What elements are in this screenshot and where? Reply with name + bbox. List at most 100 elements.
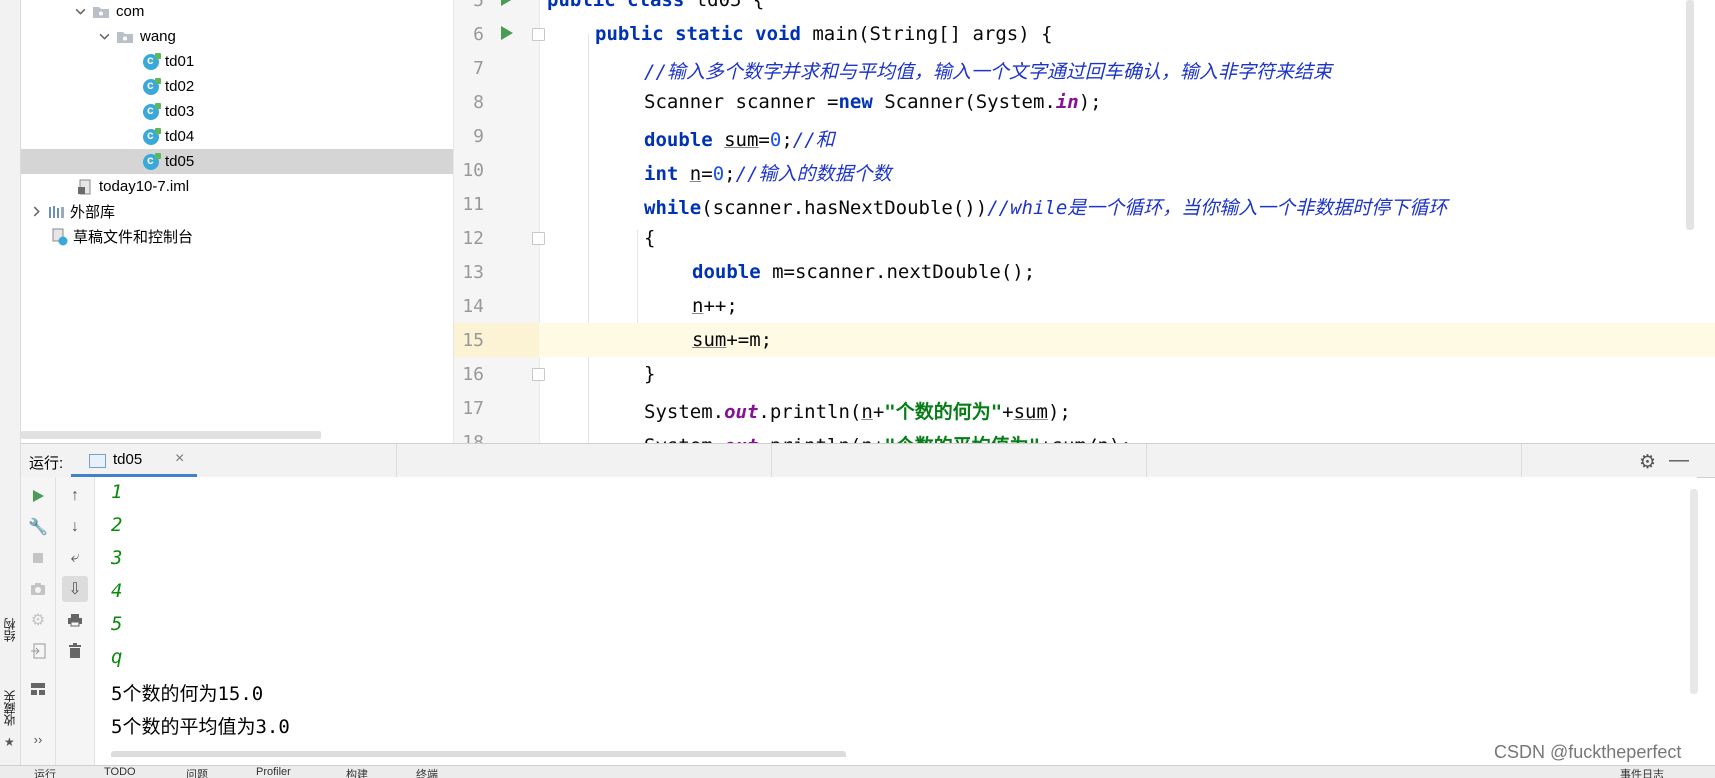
run-class-icon[interactable]	[501, 0, 513, 6]
tree-item-label: 草稿文件和控制台	[73, 229, 194, 246]
line-number: 14	[462, 296, 484, 317]
console-icon	[89, 454, 106, 468]
bottom-tab-build[interactable]: 构建	[346, 766, 368, 778]
code-line-8[interactable]: 8 Scanner scanner =new Scanner(System.in…	[454, 85, 1715, 119]
chevron-down-icon[interactable]	[98, 31, 110, 43]
code-line-11[interactable]: 11 while(scanner.hasNextDouble())//while…	[454, 187, 1715, 221]
console-input-line: 3	[111, 547, 123, 569]
code-line-6[interactable]: 6 public static void main(String[] args)…	[454, 17, 1715, 51]
tree-item-label: td01	[165, 53, 195, 70]
star-icon[interactable]: ★	[4, 735, 15, 749]
tree-item-scratches[interactable]: 草稿文件和控制台	[21, 224, 453, 249]
code-line-15-current[interactable]: 15 sum+=m;	[454, 323, 1715, 357]
bottom-tab-run[interactable]: 运行	[34, 766, 56, 778]
bottom-tab-terminal[interactable]: 终端	[416, 766, 438, 778]
code-line-7[interactable]: 7 //输入多个数字并求和与平均值，输入一个文字通过回车确认，输入非字符来结束	[454, 51, 1715, 85]
module-file-icon	[78, 179, 91, 194]
tree-item-label: today10-7.iml	[99, 178, 190, 195]
minimize-icon[interactable]: —	[1669, 449, 1689, 472]
scroll-up-button[interactable]: ↑	[62, 483, 88, 509]
bottom-tool-bar: 运行 TODO 问题 Profiler 构建 终端 事件日志	[0, 765, 1715, 778]
layout-button[interactable]	[25, 676, 51, 702]
print-button[interactable]	[62, 607, 88, 633]
line-number: 15	[462, 330, 484, 351]
gear-icon[interactable]: ⚙	[1639, 451, 1656, 474]
tree-item-td01[interactable]: td01	[21, 49, 453, 74]
scroll-to-end-button[interactable]: ⇩	[62, 576, 88, 602]
scratches-icon	[52, 228, 68, 245]
chevron-down-icon[interactable]	[74, 6, 86, 18]
code-line-16[interactable]: 16 }	[454, 357, 1715, 391]
run-tab-td05[interactable]: td05 ×	[71, 444, 197, 478]
restore-layout-button[interactable]	[25, 638, 51, 664]
code-text: n++;	[692, 295, 738, 317]
bottom-tab-problems[interactable]: 问题	[186, 766, 208, 778]
fold-marker-icon[interactable]	[532, 232, 545, 245]
soft-wrap-button[interactable]: ⤶	[62, 545, 88, 571]
wrench-icon: 🔧	[28, 519, 48, 536]
code-line-5[interactable]: 5 public class td05 {	[454, 0, 1715, 17]
arrow-up-icon: ↑	[71, 487, 79, 504]
more-actions-button[interactable]: ››	[25, 726, 51, 752]
package-folder-icon	[93, 6, 109, 18]
console-vertical-scrollbar[interactable]	[1690, 489, 1698, 694]
camera-icon	[31, 583, 45, 595]
code-line-18[interactable]: 18 System.out.println(n+"个数的平均值为"+sum/n)…	[454, 425, 1715, 443]
code-line-12[interactable]: 12 {	[454, 221, 1715, 255]
line-number: 11	[462, 194, 484, 215]
tree-item-label: wang	[140, 28, 176, 45]
bottom-tab-profiler[interactable]: Profiler	[256, 766, 291, 778]
console-horizontal-scrollbar[interactable]	[111, 751, 846, 757]
code-line-13[interactable]: 13 double m=scanner.nextDouble();	[454, 255, 1715, 289]
clear-all-button[interactable]	[62, 638, 88, 664]
settings-button[interactable]: ⚙	[25, 607, 51, 633]
code-editor[interactable]: 5 public class td05 { 6 public static vo…	[453, 0, 1715, 443]
scroll-end-icon: ⇩	[68, 581, 82, 598]
tree-item-external-libraries[interactable]: 外部库	[21, 199, 453, 224]
line-number: 7	[473, 58, 484, 79]
stop-button[interactable]	[25, 545, 51, 571]
tree-item-td03[interactable]: td03	[21, 99, 453, 124]
tree-item-td02[interactable]: td02	[21, 74, 453, 99]
java-class-icon	[143, 152, 161, 170]
line-number: 9	[473, 126, 484, 147]
java-class-icon	[143, 52, 161, 70]
code-line-10[interactable]: 10 int n=0;//输入的数据个数	[454, 153, 1715, 187]
fold-marker-icon[interactable]	[532, 368, 545, 381]
tree-item-td04[interactable]: td04	[21, 124, 453, 149]
line-number: 13	[462, 262, 484, 283]
editor-vertical-scrollbar[interactable]	[1686, 0, 1694, 230]
console-output[interactable]: 1 2 3 4 5 q 5个数的何为15.0 5个数的平均值为3.0	[95, 477, 1697, 757]
code-text: System.out.println(n+"个数的平均值为"+sum/n);	[644, 431, 1132, 443]
dump-threads-button[interactable]	[25, 576, 51, 602]
code-text: Scanner scanner =new Scanner(System.in);	[644, 91, 1102, 113]
tree-item-td05[interactable]: td05	[21, 149, 453, 174]
bottom-tab-todo[interactable]: TODO	[104, 766, 136, 778]
tree-item-com[interactable]: com	[21, 0, 453, 24]
project-horizontal-scrollbar[interactable]	[21, 431, 321, 439]
code-text: {	[644, 227, 656, 249]
edit-configuration-button[interactable]: 🔧	[25, 514, 51, 540]
chevron-right-icon[interactable]	[30, 206, 42, 218]
line-number: 8	[473, 92, 484, 113]
run-method-icon[interactable]	[501, 26, 513, 40]
code-text: int n=0;//输入的数据个数	[644, 163, 892, 185]
line-number: 16	[462, 364, 484, 385]
code-line-17[interactable]: 17 System.out.println(n+"个数的何为"+sum);	[454, 391, 1715, 425]
fold-marker-icon[interactable]	[532, 28, 545, 41]
code-line-14[interactable]: 14 n++;	[454, 289, 1715, 323]
line-number: 18	[462, 432, 484, 443]
tree-item-wang[interactable]: wang	[21, 24, 453, 49]
close-icon[interactable]: ×	[175, 450, 184, 468]
tree-item-label: td05	[165, 153, 195, 170]
line-number: 6	[473, 24, 484, 45]
scroll-down-button[interactable]: ↓	[62, 514, 88, 540]
watermark: CSDN @fucktheperfect	[1494, 742, 1682, 762]
bottom-tab-event-log[interactable]: 事件日志	[1620, 766, 1664, 778]
rerun-button[interactable]	[25, 483, 51, 509]
console-output-line: 5个数的何为15.0	[111, 683, 264, 705]
tree-item-module-file[interactable]: today10-7.iml	[21, 174, 453, 199]
structure-tool-tab[interactable]: 结构	[1, 618, 18, 642]
favorites-tool-tab[interactable]: 收藏夹	[1, 690, 18, 726]
code-line-9[interactable]: 9 double sum=0;//和	[454, 119, 1715, 153]
